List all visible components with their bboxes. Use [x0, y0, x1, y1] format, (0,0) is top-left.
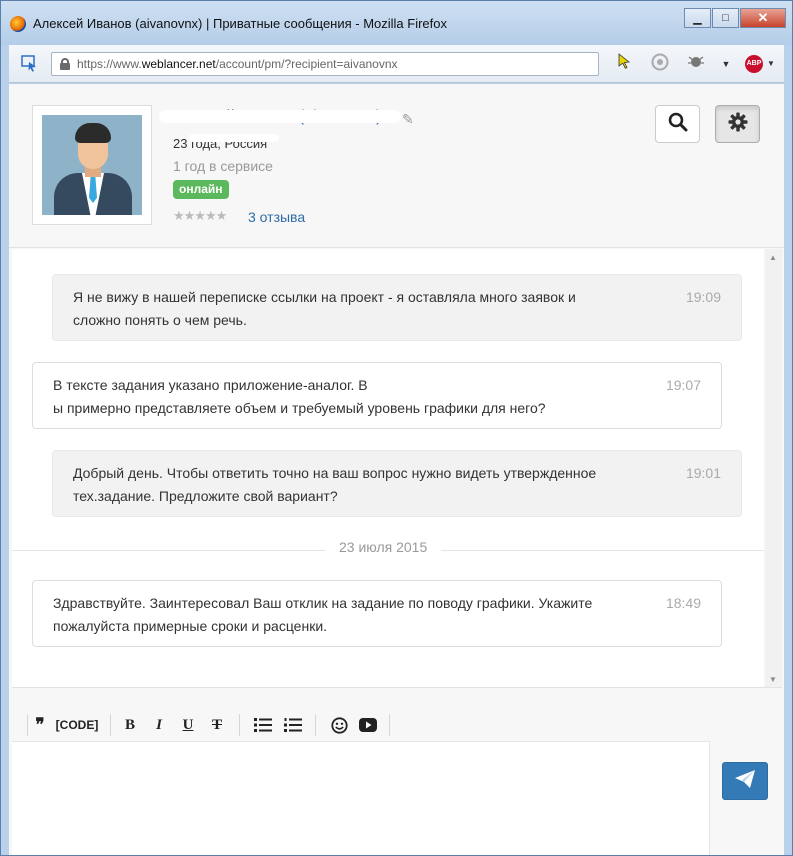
toolbar-divider: [110, 714, 111, 736]
message-time: 19:01: [685, 465, 721, 481]
message-time: 19:09: [685, 289, 721, 305]
browser-window: Алексей Иванов (aivanovnx) | Приватные с…: [0, 0, 793, 856]
toolbar-divider: [315, 714, 316, 736]
page-content: Алексей Иванов (aivanovnx) 23 года, Росс…: [9, 84, 784, 855]
service-duration: 1 год в сервисе: [173, 158, 273, 174]
toolbar-divider: [389, 714, 390, 736]
adblock-icon[interactable]: ABP ▼: [745, 53, 775, 75]
scrollbar[interactable]: ▲ ▼: [765, 249, 782, 689]
message-time: 19:07: [665, 377, 701, 393]
addon-circle-icon[interactable]: [649, 53, 671, 75]
message-text: тех.задание. Предложите свой вариант?: [73, 488, 338, 504]
message-outgoing: В тексте задания указано приложение-анал…: [32, 362, 722, 429]
quote-icon[interactable]: ❞: [32, 715, 48, 735]
page-select-icon[interactable]: [21, 55, 39, 73]
numbered-list-icon[interactable]: [283, 715, 303, 735]
message-text: Здравствуйте. Заинтересовал Ваш отклик н…: [53, 595, 593, 611]
message-text: Добрый день. Чтобы ответить точно на ваш…: [73, 465, 597, 481]
reviews-link[interactable]: 3 отзыва: [248, 209, 305, 225]
italic-button[interactable]: I: [151, 715, 167, 735]
search-icon: [668, 112, 688, 137]
bold-button[interactable]: B: [122, 715, 138, 735]
smiley-icon[interactable]: [329, 715, 349, 735]
message-incoming: Я не вижу в нашей переписке ссылки на пр…: [52, 274, 742, 341]
underline-button[interactable]: U: [180, 715, 196, 735]
search-button[interactable]: [655, 105, 700, 143]
toolbar-icons: ▼ ABP ▼: [613, 53, 775, 75]
title-bar: Алексей Иванов (aivanovnx) | Приватные с…: [1, 1, 792, 45]
toolbar-divider: [27, 714, 28, 736]
maximize-button[interactable]: □: [712, 8, 739, 28]
firefox-icon: [10, 16, 26, 32]
avatar[interactable]: [32, 105, 152, 225]
editor-toolbar: ❞ [CODE] B I U T: [12, 708, 710, 742]
status-badge: онлайн: [173, 180, 229, 199]
message-list[interactable]: Я не вижу в нашей переписке ссылки на пр…: [12, 249, 764, 687]
toolbar-divider: [239, 714, 240, 736]
profile-header: Алексей Иванов (aivanovnx) 23 года, Росс…: [9, 84, 784, 248]
minimize-button[interactable]: ▁: [684, 8, 711, 28]
strikethrough-button[interactable]: T: [209, 715, 225, 735]
lock-icon: [60, 58, 70, 70]
close-button[interactable]: ✕: [740, 8, 786, 28]
message-text: ы примерно представляете объем и требуем…: [53, 400, 546, 416]
paper-plane-icon: [734, 769, 756, 794]
scroll-up-icon[interactable]: ▲: [769, 253, 777, 262]
code-button[interactable]: [CODE]: [54, 715, 100, 735]
redaction-mark: [189, 134, 279, 142]
message-text: Я не вижу в нашей переписке ссылки на пр…: [73, 289, 576, 305]
video-icon[interactable]: [357, 715, 379, 735]
window-controls: ▁ □ ✕: [684, 8, 786, 28]
chevron-down-icon: ▼: [767, 59, 775, 68]
bullet-list-icon[interactable]: [253, 715, 273, 735]
url-bar[interactable]: https://www.weblancer.net/account/pm/?re…: [51, 52, 599, 76]
message-text: пожалуйста примерные сроки и расценки.: [53, 618, 328, 634]
navigation-bar: https://www.weblancer.net/account/pm/?re…: [9, 45, 784, 83]
message-incoming: Добрый день. Чтобы ответить точно на ваш…: [52, 450, 742, 517]
url-text: https://www.weblancer.net/account/pm/?re…: [77, 57, 398, 71]
pencil-icon[interactable]: ✎: [402, 111, 414, 128]
avatar-image: [42, 115, 142, 215]
message-composer: ❞ [CODE] B I U T: [12, 687, 782, 855]
bug-icon[interactable]: [685, 53, 707, 75]
rating-stars: ★★★★★: [173, 208, 227, 223]
message-outgoing: Здравствуйте. Заинтересовал Ваш отклик н…: [32, 580, 722, 647]
message-text: В тексте задания указано приложение-анал…: [53, 377, 368, 393]
redaction-mark: [159, 110, 401, 123]
cursor-icon[interactable]: [613, 53, 635, 75]
message-text: сложно понять о чем речь.: [73, 312, 247, 328]
window-title: Алексей Иванов (aivanovnx) | Приватные с…: [33, 16, 448, 31]
dropdown-icon[interactable]: ▼: [721, 53, 731, 75]
message-input[interactable]: [12, 742, 710, 855]
scroll-down-icon[interactable]: ▼: [769, 675, 777, 684]
gear-icon: [728, 112, 748, 137]
send-button[interactable]: [722, 762, 768, 800]
date-label: 23 июля 2015: [325, 539, 442, 555]
message-time: 18:49: [665, 595, 701, 611]
settings-button[interactable]: [715, 105, 760, 143]
